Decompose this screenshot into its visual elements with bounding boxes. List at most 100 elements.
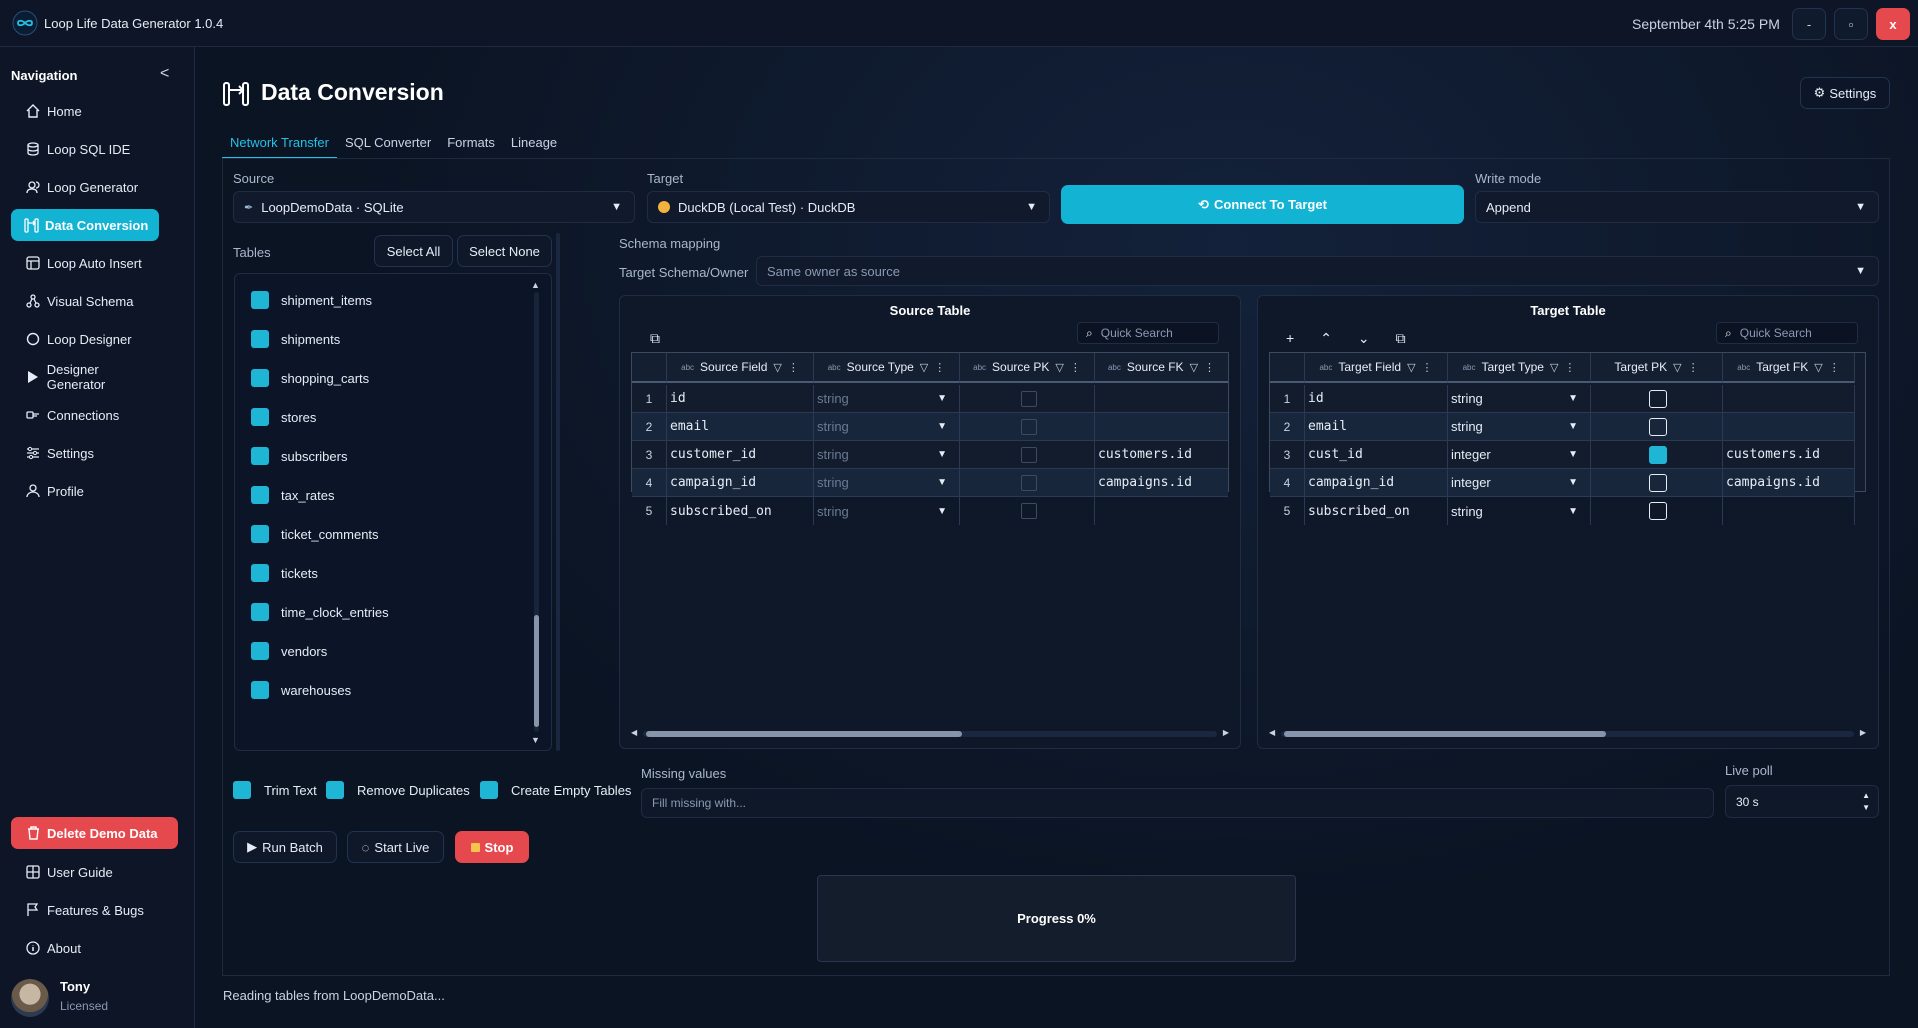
close-button[interactable]: x — [1876, 8, 1910, 40]
source-field-cell[interactable]: subscribed_on — [667, 497, 814, 525]
write-mode-select[interactable]: Append ▼ — [1475, 191, 1879, 223]
tab-formats[interactable]: Formats — [439, 131, 503, 159]
minimize-button[interactable]: - — [1792, 8, 1826, 40]
sidebar-item-loop-generator[interactable]: Loop Generator — [11, 171, 159, 203]
pk-checkbox[interactable] — [1649, 389, 1667, 408]
filter-icon[interactable]: ▽ — [1814, 361, 1822, 374]
source-fk-cell[interactable] — [1095, 497, 1228, 525]
source-type-cell[interactable]: string ▼ — [814, 413, 960, 441]
menu-icon[interactable]: ⋮ — [1688, 361, 1699, 374]
target-field-cell[interactable]: email — [1305, 413, 1448, 441]
source-pk-cell[interactable] — [960, 469, 1095, 497]
tab-network-transfer[interactable]: Network Transfer — [222, 131, 337, 159]
scroll-thumb[interactable] — [1284, 731, 1606, 737]
list-item[interactable]: ticket_comments — [251, 524, 379, 544]
list-item[interactable]: shipment_items — [251, 290, 372, 310]
source-grid[interactable]: abc Source Field ▽ ⋮ abc Source Type ▽ ⋮ abc So… — [631, 352, 1229, 525]
add-row-icon[interactable]: + — [1286, 330, 1294, 347]
table-checkbox[interactable] — [251, 525, 269, 543]
scroll-thumb[interactable] — [534, 615, 539, 727]
list-item[interactable]: stores — [251, 407, 316, 427]
pk-checkbox[interactable] — [1649, 502, 1667, 520]
source-field-cell[interactable]: id — [667, 385, 814, 413]
target-type-cell[interactable]: integer ▼ — [1448, 469, 1591, 497]
source-quick-search[interactable]: ⌕ Quick Search — [1077, 322, 1219, 344]
list-item[interactable]: subscribers — [251, 446, 347, 466]
copy-icon[interactable]: ⧉ — [1396, 330, 1406, 347]
sidebar-item-loop-designer[interactable]: Loop Designer — [11, 323, 159, 355]
target-field-cell[interactable]: subscribed_on — [1305, 497, 1448, 525]
target-schema-select[interactable]: Same owner as source ▼ — [756, 256, 1879, 286]
column-header[interactable]: abc Source PK ▽ ⋮ — [960, 353, 1095, 383]
list-item[interactable]: tickets — [251, 563, 318, 583]
column-header[interactable]: abc Target Field ▽ ⋮ — [1305, 353, 1448, 383]
column-header[interactable]: abc Source FK ▽ ⋮ — [1095, 353, 1228, 383]
target-type-cell[interactable]: string ▼ — [1448, 497, 1591, 525]
trim-text-option[interactable]: Trim Text — [233, 781, 317, 799]
filter-icon[interactable]: ▽ — [920, 361, 928, 374]
list-item[interactable]: vendors — [251, 641, 327, 661]
scroll-up-icon[interactable]: ▲ — [531, 280, 540, 290]
target-type-cell[interactable]: string ▼ — [1448, 385, 1591, 413]
menu-icon[interactable]: ⋮ — [1422, 361, 1433, 374]
move-down-icon[interactable]: ⌄ — [1358, 330, 1370, 347]
column-header[interactable]: abc Source Type ▽ ⋮ — [814, 353, 960, 383]
pk-checkbox[interactable] — [1020, 446, 1037, 463]
source-fk-cell[interactable]: campaigns.id — [1095, 469, 1228, 497]
pk-checkbox[interactable] — [1020, 418, 1037, 435]
source-fk-cell[interactable] — [1095, 385, 1228, 413]
sidebar-item-home[interactable]: Home — [11, 95, 159, 127]
collapse-icon[interactable]: < — [160, 65, 178, 83]
pk-checkbox[interactable] — [1020, 390, 1037, 407]
page-settings-button[interactable]: ⚙ Settings — [1800, 77, 1890, 109]
source-pk-cell[interactable] — [960, 441, 1095, 469]
sidebar-item-profile[interactable]: Profile — [11, 475, 159, 507]
delete-demo-data-button[interactable]: Delete Demo Data — [11, 817, 178, 849]
table-checkbox[interactable] — [251, 369, 269, 387]
target-fk-cell[interactable]: campaigns.id — [1723, 469, 1855, 497]
target-quick-search[interactable]: ⌕ Quick Search — [1716, 322, 1858, 344]
tables-scrollbar[interactable]: ▲ ▼ — [531, 280, 541, 746]
scroll-right-icon[interactable]: ▶ — [1860, 728, 1866, 737]
target-fk-cell[interactable] — [1723, 385, 1855, 413]
sidebar-item-user-guide[interactable]: User Guide — [11, 856, 159, 888]
scroll-right-icon[interactable]: ▶ — [1223, 728, 1229, 737]
sidebar-item-loop-sql-ide[interactable]: Loop SQL IDE — [11, 133, 159, 165]
table-checkbox[interactable] — [251, 681, 269, 699]
target-field-cell[interactable]: campaign_id — [1305, 469, 1448, 497]
maximize-button[interactable]: ▫ — [1834, 8, 1868, 40]
table-checkbox[interactable] — [251, 564, 269, 582]
pk-checkbox[interactable] — [1649, 473, 1667, 492]
list-item[interactable]: warehouses — [251, 680, 351, 700]
target-field-cell[interactable]: cust_id — [1305, 441, 1448, 469]
source-fk-cell[interactable]: customers.id — [1095, 441, 1228, 469]
target-type-cell[interactable]: string ▼ — [1448, 413, 1591, 441]
sidebar-item-features-bugs[interactable]: Features & Bugs — [11, 894, 159, 926]
sidebar-item-settings[interactable]: Settings — [11, 437, 159, 469]
start-live-button[interactable]: ◌ Start Live — [347, 831, 444, 863]
sidebar-item-loop-auto-insert[interactable]: Loop Auto Insert — [11, 247, 159, 279]
target-type-cell[interactable]: integer ▼ — [1448, 441, 1591, 469]
source-type-cell[interactable]: string ▼ — [814, 497, 960, 525]
source-pk-cell[interactable] — [960, 497, 1095, 525]
panel-splitter[interactable] — [556, 233, 560, 751]
source-type-cell[interactable]: string ▼ — [814, 385, 960, 413]
source-field-cell[interactable]: campaign_id — [667, 469, 814, 497]
run-batch-button[interactable]: ▶ Run Batch — [233, 831, 337, 863]
filter-icon[interactable]: ▽ — [1055, 361, 1063, 374]
column-header[interactable]: abc Source Field ▽ ⋮ — [667, 353, 814, 383]
table-checkbox[interactable] — [251, 447, 269, 465]
pk-checkbox[interactable] — [1020, 503, 1037, 519]
column-header[interactable]: abc Target Type ▽ ⋮ — [1448, 353, 1591, 383]
sidebar-item-data-conversion[interactable]: Data Conversion — [11, 209, 159, 241]
copy-icon[interactable]: ⧉ — [650, 330, 660, 347]
source-field-cell[interactable]: email — [667, 413, 814, 441]
sidebar-item-designer-generator[interactable]: Designer Generator — [11, 361, 159, 393]
menu-icon[interactable]: ⋮ — [1564, 361, 1575, 374]
source-pk-cell[interactable] — [960, 385, 1095, 413]
sidebar-item-about[interactable]: About — [11, 932, 159, 964]
select-all-button[interactable]: Select All — [374, 235, 453, 267]
column-header[interactable]: abc Target FK ▽ ⋮ — [1723, 353, 1855, 383]
target-pk-cell[interactable] — [1591, 497, 1723, 525]
move-up-icon[interactable]: ⌃ — [1320, 330, 1332, 347]
